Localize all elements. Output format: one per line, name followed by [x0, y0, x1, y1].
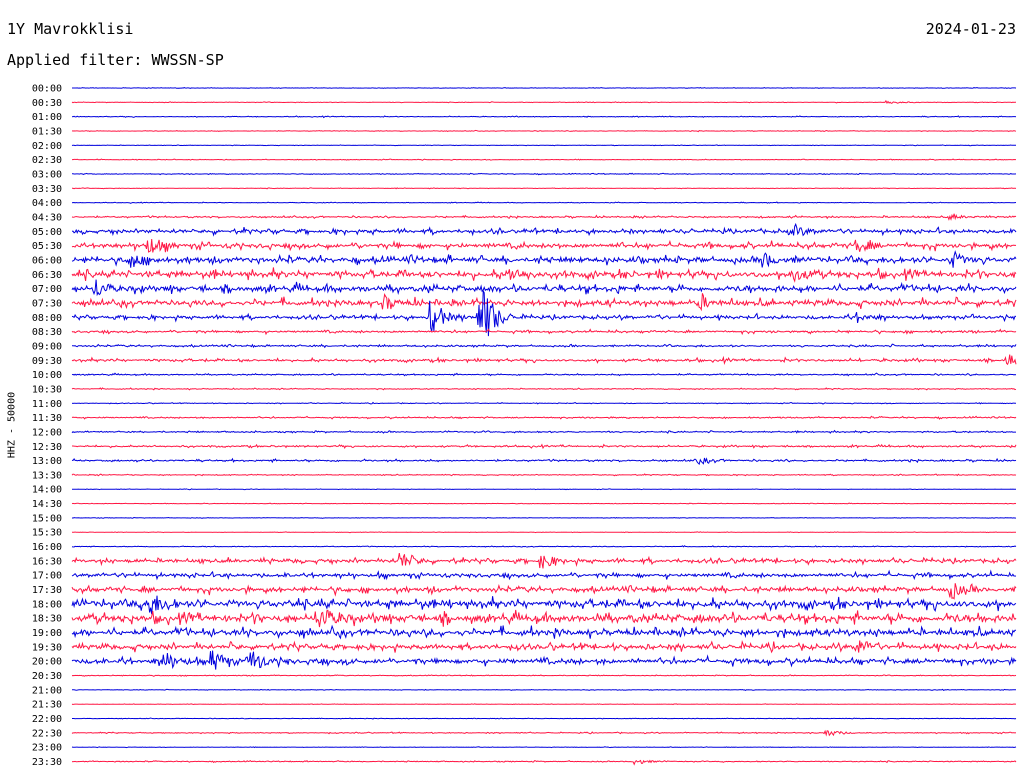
- trace-row-1730: [71, 583, 1017, 600]
- row-time-label: 21:30: [32, 700, 62, 711]
- row-time-label: 20:30: [32, 671, 62, 682]
- trace-row-1430: [71, 502, 1017, 505]
- trace-row-2330: [71, 759, 1017, 766]
- row-time-label: 18:30: [32, 614, 62, 625]
- trace-row-0000: [72, 87, 1017, 89]
- trace-row-1530: [71, 531, 1016, 534]
- row-time-label: 10:00: [32, 370, 62, 381]
- trace-row-2000: [71, 650, 1017, 670]
- row-time-label: 08:30: [32, 327, 62, 338]
- row-time-label: 13:30: [32, 470, 62, 481]
- row-time-label: 04:30: [32, 212, 62, 223]
- trace-row-1700: [71, 569, 1017, 581]
- row-time-label: 09:30: [32, 356, 62, 367]
- trace-row-1300: [71, 457, 1017, 466]
- helicorder-plot: 00:00 00:30 01:00 01:30 02:00 02:30 03:00 03:30…: [32, 84, 1017, 769]
- trace-row-1930: [71, 639, 1017, 654]
- row-time-label: 06:30: [32, 270, 62, 281]
- trace-row-0830: [71, 328, 1017, 336]
- trace-row-1900: [71, 624, 1016, 640]
- row-time-label: 07:00: [32, 284, 62, 295]
- row-time-label: 09:00: [32, 341, 62, 352]
- trace-row-1330: [71, 473, 1017, 477]
- trace-row-1600: [71, 545, 1017, 548]
- trace-row-1130: [71, 415, 1017, 420]
- row-time-label: 17:30: [32, 585, 62, 596]
- seismic-traces: [71, 87, 1017, 766]
- trace-row-0730: [71, 292, 1017, 312]
- row-time-label: 02:30: [32, 155, 62, 166]
- trace-row-2230: [71, 729, 1017, 737]
- trace-row-0300: [72, 172, 1017, 176]
- row-time-label: 10:30: [32, 384, 62, 395]
- row-time-label: 12:00: [32, 427, 62, 438]
- trace-row-0930: [71, 354, 1017, 366]
- trace-row-0900: [72, 343, 1017, 349]
- trace-row-1630: [71, 553, 1017, 569]
- trace-row-1800: [71, 595, 1017, 615]
- trace-row-0130: [71, 129, 1017, 133]
- trace-row-1230: [72, 443, 1017, 450]
- row-time-label: 06:00: [32, 255, 62, 266]
- row-time-label: 05:30: [32, 241, 62, 252]
- trace-row-1100: [71, 401, 1017, 405]
- row-time-label: 00:00: [32, 84, 62, 95]
- row-time-label: 18:00: [32, 599, 62, 610]
- row-time-label: 12:30: [32, 442, 62, 453]
- trace-row-0600: [71, 250, 1017, 268]
- row-time-label: 03:30: [32, 184, 62, 195]
- trace-row-0630: [71, 267, 1017, 283]
- row-time-label: 11:00: [32, 399, 62, 410]
- row-time-label: 01:00: [32, 112, 62, 123]
- trace-row-0800: [71, 289, 1017, 337]
- row-time-label: 20:00: [32, 657, 62, 668]
- row-time-label: 07:30: [32, 298, 62, 309]
- row-time-label: 13:00: [32, 456, 62, 467]
- row-time-label: 05:00: [32, 227, 62, 238]
- trace-row-0100: [71, 115, 1017, 119]
- row-time-label: 23:00: [32, 743, 62, 754]
- trace-row-1500: [71, 516, 1017, 519]
- row-time-label: 02:00: [32, 141, 62, 152]
- trace-row-2130: [71, 703, 1016, 706]
- trace-row-2200: [72, 717, 1017, 720]
- row-time-label: 15:30: [32, 528, 62, 539]
- row-time-label: 19:00: [32, 628, 62, 639]
- row-time-label: 22:00: [32, 714, 62, 725]
- row-time-label: 00:30: [32, 98, 62, 109]
- row-time-label: 01:30: [32, 126, 62, 137]
- trace-row-0230: [72, 158, 1016, 161]
- trace-row-2030: [71, 674, 1017, 677]
- trace-row-0500: [71, 222, 1017, 237]
- row-time-label: 21:00: [32, 685, 62, 696]
- trace-row-0400: [71, 201, 1017, 204]
- trace-row-1030: [71, 387, 1017, 391]
- row-time-label: 08:00: [32, 313, 62, 324]
- row-time-label: 17:00: [32, 571, 62, 582]
- row-time-label: 03:00: [32, 169, 62, 180]
- row-time-label: 14:00: [32, 485, 62, 496]
- trace-row-0430: [71, 213, 1017, 221]
- row-time-label: 14:30: [32, 499, 62, 510]
- trace-row-0700: [71, 279, 1017, 297]
- trace-row-2300: [71, 746, 1017, 749]
- trace-row-0530: [71, 239, 1017, 253]
- trace-row-1400: [71, 488, 1016, 491]
- trace-row-0330: [72, 187, 1017, 190]
- trace-row-1830: [71, 609, 1017, 628]
- trace-row-1000: [71, 372, 1017, 377]
- row-time-label: 23:30: [32, 757, 62, 768]
- trace-row-0030: [71, 99, 1016, 104]
- row-time-label: 16:30: [32, 556, 62, 567]
- row-time-label: 19:30: [32, 642, 62, 653]
- row-time-label: 16:00: [32, 542, 62, 553]
- trace-row-2100: [71, 688, 1017, 691]
- row-time-label: 22:30: [32, 728, 62, 739]
- trace-row-1200: [71, 429, 1016, 434]
- trace-row-0200: [71, 144, 1016, 147]
- row-tick-labels: 00:00 00:30 01:00 01:30 02:00 02:30 03:00 03:30…: [32, 84, 62, 769]
- row-time-label: 15:00: [32, 513, 62, 524]
- row-time-label: 04:00: [32, 198, 62, 209]
- row-time-label: 11:30: [32, 413, 62, 424]
